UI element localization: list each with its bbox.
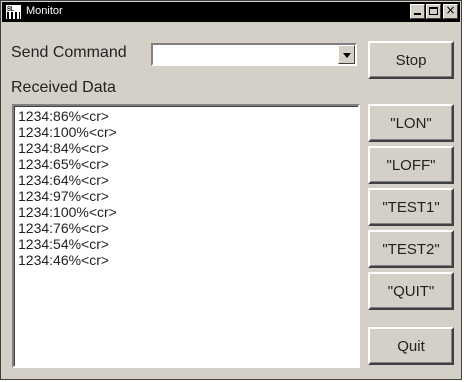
quit-command-button[interactable]: "QUIT" [368, 272, 454, 310]
list-item: 1234:54%<cr> [18, 236, 110, 252]
list-item: 1234:64%<cr> [18, 172, 110, 188]
window-title: Monitor [26, 5, 63, 17]
list-item: 1234:86%<cr> [18, 108, 110, 124]
maximize-button[interactable] [426, 4, 441, 19]
list-item: 1234:76%<cr> [18, 220, 110, 236]
title-bar[interactable]: BL Monitor × [2, 2, 460, 22]
lon-button[interactable]: "LON" [368, 104, 454, 142]
send-command-dropdown[interactable] [151, 43, 357, 66]
send-command-label: Send Command [11, 44, 127, 61]
list-item: 1234:84%<cr> [18, 140, 110, 156]
loff-button[interactable]: "LOFF" [368, 146, 454, 184]
dropdown-arrow-button[interactable] [338, 45, 355, 64]
received-data-list[interactable]: 1234:86%<cr> 1234:100%<cr> 1234:84%<cr> … [12, 104, 360, 368]
close-icon: × [445, 3, 456, 17]
list-item: 1234:65%<cr> [18, 156, 110, 172]
quit-button[interactable]: Quit [368, 327, 454, 365]
received-data-label: Received Data [11, 79, 116, 96]
minimize-icon [414, 13, 421, 15]
stop-button[interactable]: Stop [368, 41, 454, 79]
monitor-window: BL Monitor × Send Command Received Data … [0, 0, 462, 380]
test2-button[interactable]: "TEST2" [368, 230, 454, 268]
list-item: 1234:100%<cr> [18, 204, 117, 220]
test1-button[interactable]: "TEST1" [368, 188, 454, 226]
maximize-icon [429, 7, 438, 15]
close-button[interactable]: × [443, 3, 458, 19]
minimize-button[interactable] [410, 4, 425, 19]
chevron-down-icon [343, 53, 351, 58]
list-item: 1234:100%<cr> [18, 124, 117, 140]
app-icon[interactable]: BL [5, 4, 22, 20]
list-item: 1234:46%<cr> [18, 252, 110, 268]
list-item: 1234:97%<cr> [18, 188, 110, 204]
